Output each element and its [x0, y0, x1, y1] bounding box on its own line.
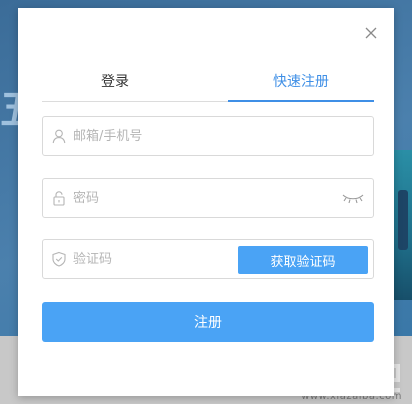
register-button[interactable]: 注册 — [42, 302, 374, 342]
close-icon[interactable] — [364, 26, 378, 40]
background-illustration-detail — [398, 190, 408, 250]
verification-code-field: 获取验证码 — [42, 239, 374, 279]
password-input[interactable] — [73, 179, 303, 217]
password-field — [42, 178, 374, 218]
background-decoration-text: 五 — [0, 88, 18, 132]
email-phone-input[interactable] — [73, 117, 303, 155]
email-phone-field — [42, 116, 374, 156]
tab-bar: 登录 快速注册 — [42, 72, 374, 102]
shield-icon — [52, 251, 66, 267]
register-dialog: 登录 快速注册 获取验证码 注册 — [18, 8, 394, 396]
get-code-button[interactable]: 获取验证码 — [238, 246, 368, 274]
tab-login[interactable]: 登录 — [42, 72, 188, 102]
verification-code-input[interactable] — [73, 240, 223, 278]
user-icon — [52, 129, 66, 144]
active-tab-indicator — [228, 100, 374, 102]
eye-closed-icon[interactable] — [341, 191, 365, 205]
tab-quick-register[interactable]: 快速注册 — [228, 72, 374, 102]
lock-icon — [53, 191, 65, 206]
